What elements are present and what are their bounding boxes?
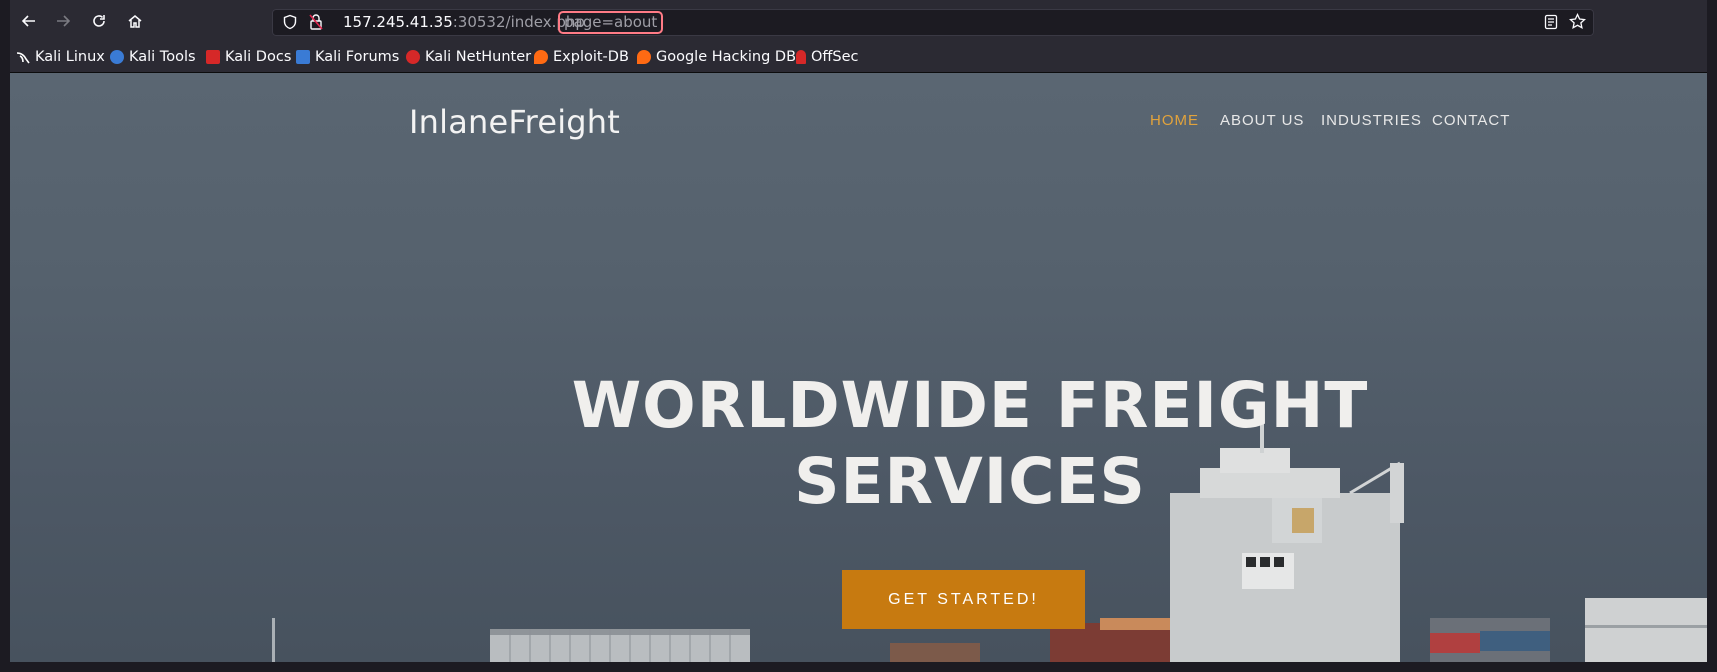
insecure-lock-icon[interactable] xyxy=(308,13,324,35)
browser-toolbar: 157.245.41.35:30532/index.php page=about xyxy=(10,0,1707,42)
site-logo[interactable]: InlaneFreight xyxy=(409,103,620,141)
bookmarks-bar: Kali Linux Kali Tools Kali Docs Kali For… xyxy=(10,42,1707,73)
url-host-text: 157.245.41.35 xyxy=(343,13,453,31)
bookmark-label: OffSec xyxy=(811,49,859,65)
bookmark-label: Kali Forums xyxy=(315,49,400,65)
shield-icon[interactable] xyxy=(282,14,298,34)
offsec-icon xyxy=(796,50,806,64)
url-query-highlight: page=about xyxy=(558,11,664,34)
kali-tools-icon xyxy=(110,50,124,64)
star-icon[interactable] xyxy=(1569,12,1586,34)
bookmark-exploit-db[interactable]: Exploit-DB xyxy=(534,47,629,67)
kali-dragon-icon xyxy=(16,50,30,64)
window-frame-left xyxy=(0,0,10,672)
kali-docs-icon xyxy=(206,50,220,64)
reader-mode-icon[interactable] xyxy=(1544,14,1558,34)
hero-heading: WORLDWIDE FREIGHT SERVICES xyxy=(510,368,1430,520)
bookmark-label: Kali NetHunter xyxy=(425,49,532,65)
nethunter-icon xyxy=(406,50,420,64)
kali-forums-icon xyxy=(296,50,310,64)
nav-industries[interactable]: INDUSTRIES xyxy=(1321,112,1422,129)
reload-icon[interactable] xyxy=(86,8,112,34)
ghdb-icon xyxy=(637,50,651,64)
bookmark-label: Exploit-DB xyxy=(553,49,629,65)
exploit-db-icon xyxy=(534,50,548,64)
bookmark-kali-docs[interactable]: Kali Docs xyxy=(206,47,291,67)
hero-line-2: SERVICES xyxy=(794,445,1146,518)
back-icon[interactable] xyxy=(16,8,42,34)
bookmark-offsec[interactable]: OffSec xyxy=(796,47,859,67)
bookmark-label: Kali Docs xyxy=(225,49,292,65)
url-host: 157.245.41.35:30532/index.php xyxy=(343,13,585,31)
nav-home[interactable]: HOME xyxy=(1150,112,1199,129)
window-frame-right xyxy=(1707,0,1717,672)
get-started-button[interactable]: GET STARTED! xyxy=(842,570,1085,629)
home-icon[interactable] xyxy=(122,8,148,34)
window-frame-bottom xyxy=(0,662,1717,672)
bookmark-kali-tools[interactable]: Kali Tools xyxy=(110,47,196,67)
page-viewport: InlaneFreight HOME ABOUT US INDUSTRIES C… xyxy=(10,73,1707,662)
nav-contact[interactable]: CONTACT xyxy=(1432,112,1510,129)
bookmark-label: Google Hacking DB xyxy=(656,49,797,65)
url-bar[interactable]: 157.245.41.35:30532/index.php page=about xyxy=(272,9,1594,36)
bookmark-kali-nethunter[interactable]: Kali NetHunter xyxy=(406,47,531,67)
hero-line-1: WORLDWIDE FREIGHT xyxy=(571,369,1369,442)
bookmark-kali-forums[interactable]: Kali Forums xyxy=(296,47,399,67)
bookmark-kali-linux[interactable]: Kali Linux xyxy=(16,47,105,67)
forward-icon[interactable] xyxy=(50,8,76,34)
bookmark-label: Kali Tools xyxy=(129,49,196,65)
bookmark-label: Kali Linux xyxy=(35,49,105,65)
nav-about-us[interactable]: ABOUT US xyxy=(1220,112,1304,129)
bookmark-google-hacking-db[interactable]: Google Hacking DB xyxy=(637,47,796,67)
